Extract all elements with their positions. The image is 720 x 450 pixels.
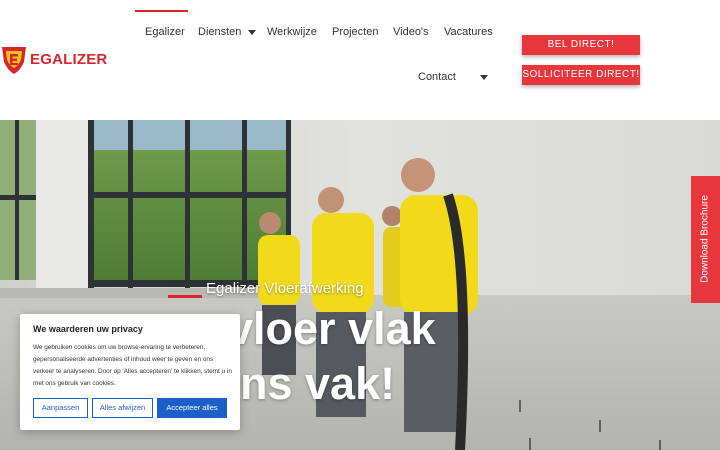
nav-item-contact[interactable]: Contact: [418, 67, 456, 87]
hero-accent-line: [168, 295, 202, 298]
nav-item-diensten[interactable]: Diensten: [198, 22, 257, 42]
shield-logo-icon: [2, 47, 26, 74]
cookie-title: We waarderen uw privacy: [33, 324, 143, 334]
nav-label: Egalizer: [145, 26, 185, 38]
nav-item-werkwijze[interactable]: Werkwijze: [267, 22, 317, 42]
nav-label: Werkwijze: [267, 26, 317, 38]
nav-item-egalizer[interactable]: Egalizer: [135, 10, 188, 42]
hero-subtitle: Egalizer Vloerafwerking: [206, 280, 364, 297]
cookie-body-text: We gebruiken cookies om uw browse-ervari…: [33, 344, 232, 387]
nav-label: Contact: [418, 71, 456, 83]
hero-title-line2: ns vak!: [240, 358, 396, 409]
nav-label: Diensten: [198, 26, 242, 38]
apply-button[interactable]: SOLLICITEER DIRECT!: [522, 65, 640, 85]
chevron-down-icon: [248, 29, 257, 35]
hero-title-line1: vloer vlak: [228, 303, 436, 354]
logo-text: EGALIZER: [30, 51, 108, 68]
cookie-consent-dialog: We waarderen uw privacy We gebruiken coo…: [20, 314, 240, 430]
nav-item-projecten[interactable]: Projecten: [332, 22, 378, 42]
download-brochure-label: Download Brochure: [699, 195, 711, 283]
reject-all-button[interactable]: Alles afwijzen: [92, 398, 153, 418]
nav-label: Vacatures: [444, 26, 493, 38]
contact-chevron-down-icon[interactable]: [480, 75, 488, 80]
nav-label: Projecten: [332, 26, 379, 38]
logo[interactable]: EGALIZER: [0, 44, 110, 76]
call-button[interactable]: BEL DIRECT!: [522, 35, 640, 55]
accept-all-button[interactable]: Accepteer alles: [157, 398, 227, 418]
nav-item-vacatures[interactable]: Vacatures: [444, 22, 493, 42]
nav-label: Video's: [393, 26, 429, 38]
site-header: EGALIZER Egalizer Diensten Werkwijze Pro…: [0, 0, 720, 120]
nav-item-videos[interactable]: Video's: [393, 22, 429, 42]
customize-button[interactable]: Aanpassen: [33, 398, 88, 418]
nav-active-indicator: [135, 10, 188, 12]
download-brochure-tab[interactable]: Download Brochure: [691, 176, 720, 303]
